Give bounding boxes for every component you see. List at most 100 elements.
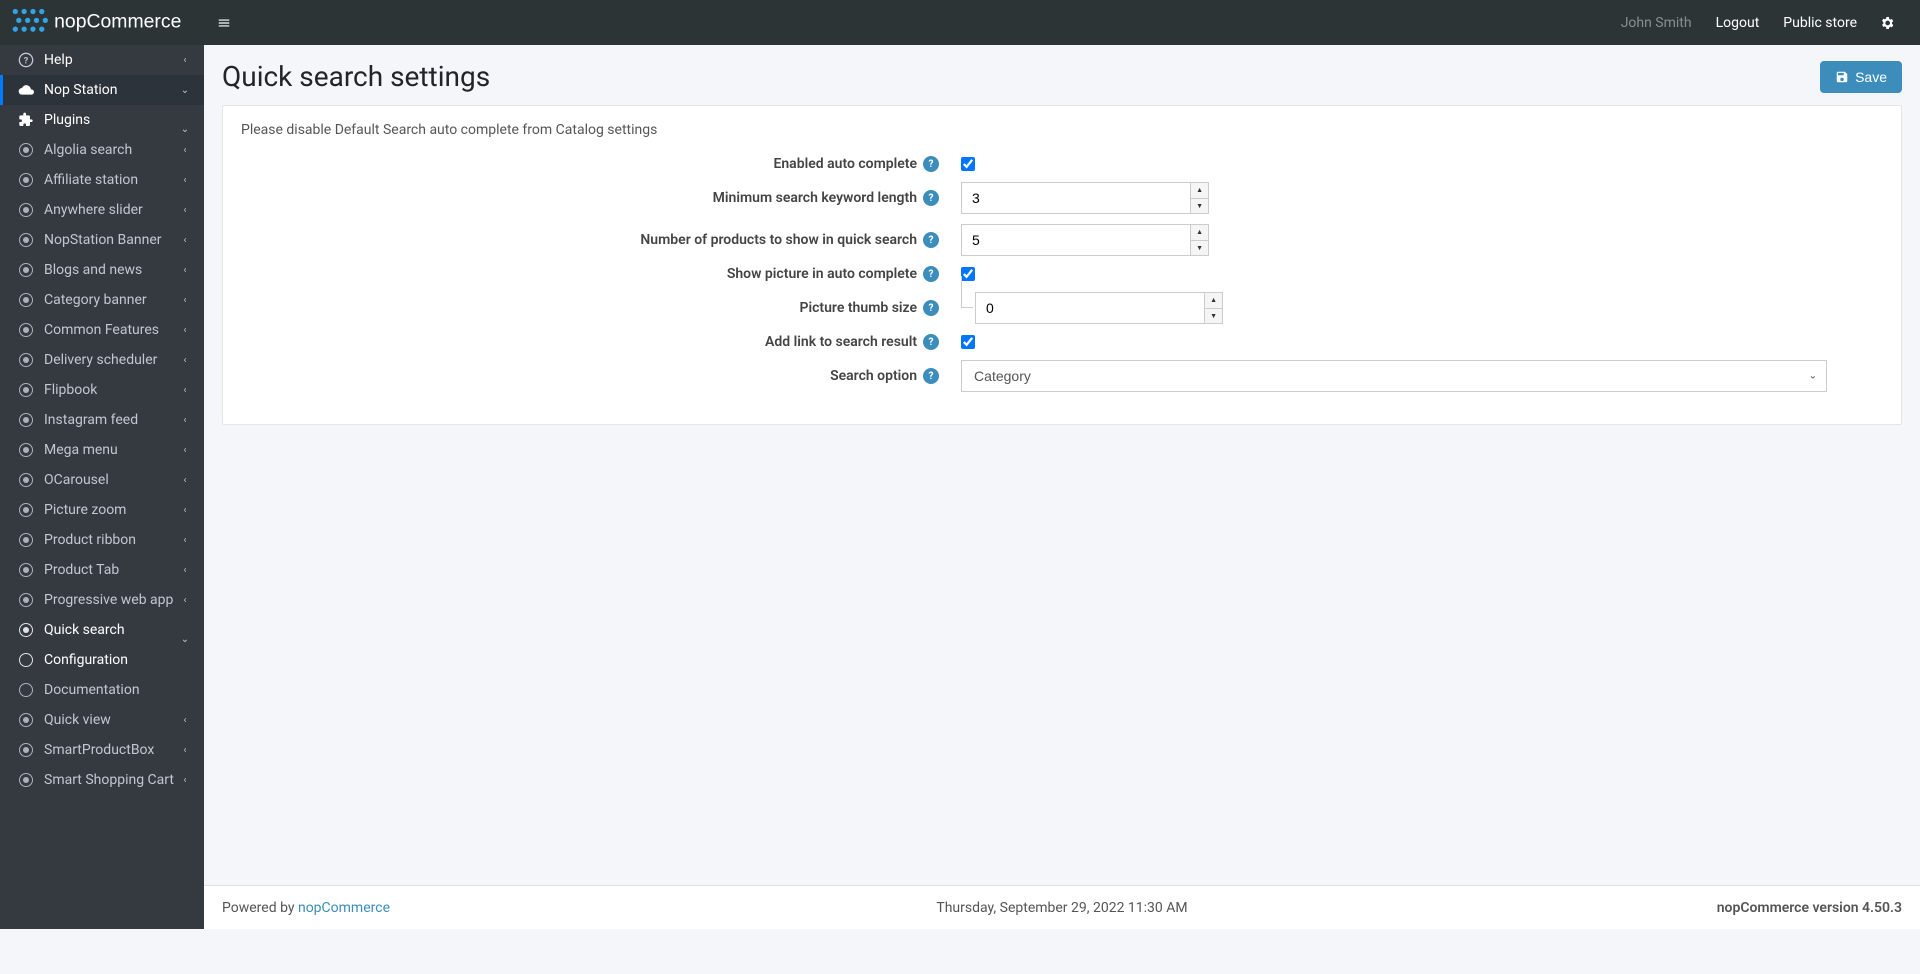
sidebar-item-smart-shopping-cart[interactable]: Smart Shopping Cart ‹ [0,765,204,795]
circle-dot-icon [16,621,36,639]
sidebar-item-product-ribbon[interactable]: Product ribbon ‹ [0,525,204,555]
sidebar-item-configuration[interactable]: Configuration [0,645,204,675]
sidebar-item-documentation[interactable]: Documentation [0,675,204,705]
sidebar: ? Help ‹ Nop Station ⌄ Plugins ⌄ Algolia… [0,45,204,929]
help-icon[interactable]: ? [923,300,939,316]
circle-icon [16,651,36,669]
row-num-products: Number of products to show in quick sear… [241,224,1883,256]
chevron-left-icon: ‹ [178,295,192,306]
nopcommerce-logo-icon: nopCommerce [10,8,186,38]
chevron-left-icon: ‹ [178,415,192,426]
save-button[interactable]: Save [1820,61,1902,93]
sidebar-item-label: Product ribbon [44,532,178,548]
spinner-up-button[interactable]: ▲ [1191,183,1208,199]
chevron-left-icon: ‹ [178,355,192,366]
circle-dot-icon [16,171,36,189]
spinner-down-button[interactable]: ▼ [1205,309,1222,324]
content-header: Quick search settings Save [204,45,1920,105]
chevron-left-icon: ‹ [178,505,192,516]
row-search-option: Search option ? Category ⌄ [241,360,1883,392]
help-icon[interactable]: ? [923,156,939,172]
sidebar-item-nopstation-banner[interactable]: NopStation Banner ‹ [0,225,204,255]
sidebar-item-delivery-scheduler[interactable]: Delivery scheduler ‹ [0,345,204,375]
footer-version: nopCommerce version 4.50.3 [1342,900,1902,916]
sidebar-item-product-tab[interactable]: Product Tab ‹ [0,555,204,585]
public-store-link[interactable]: Public store [1771,0,1869,45]
spinner-up-button[interactable]: ▲ [1191,225,1208,241]
search-option-select[interactable]: Category [961,360,1827,392]
help-icon[interactable]: ? [923,368,939,384]
min-keyword-input[interactable] [962,183,1190,213]
spinner-up-button[interactable]: ▲ [1205,293,1222,309]
num-products-input[interactable] [962,225,1190,255]
sidebar-item-plugins[interactable]: Plugins ⌄ [0,105,204,135]
help-icon[interactable]: ? [923,190,939,206]
sidebar-item-algolia-search[interactable]: Algolia search ‹ [0,135,204,165]
sidebar-item-label: Mega menu [44,442,178,458]
brand-logo[interactable]: nopCommerce [0,0,204,45]
sidebar-item-label: Algolia search [44,142,178,158]
sidebar-plugins-label: Plugins [44,112,178,128]
chevron-down-icon: ⌄ [178,124,192,135]
content-body: Please disable Default Search auto compl… [204,105,1920,885]
sidebar-item-blogs-and-news[interactable]: Blogs and news ‹ [0,255,204,285]
sidebar-item-progressive-web-app[interactable]: Progressive web app ‹ [0,585,204,615]
chevron-left-icon: ‹ [178,595,192,606]
chevron-left-icon: ‹ [178,55,192,66]
help-icon[interactable]: ? [923,266,939,282]
settings-gear-button[interactable] [1869,0,1905,45]
sidebar-item-label: Instagram feed [44,412,178,428]
sidebar-help-label: Help [44,52,178,68]
sidebar-item-flipbook[interactable]: Flipbook ‹ [0,375,204,405]
nopcommerce-link[interactable]: nopCommerce [298,900,390,916]
help-icon[interactable]: ? [923,334,939,350]
sidebar-item-smartproductbox[interactable]: SmartProductBox ‹ [0,735,204,765]
spinner-down-button[interactable]: ▼ [1191,199,1208,214]
chevron-left-icon: ‹ [178,325,192,336]
label-text: Number of products to show in quick sear… [640,232,917,248]
sidebar-item-label: Flipbook [44,382,178,398]
footer-left: Powered by nopCommerce [222,900,782,916]
sidebar-documentation-label: Documentation [44,682,192,698]
thumb-size-input[interactable] [976,293,1204,323]
puzzle-icon [16,111,36,129]
chevron-left-icon: ‹ [178,775,192,786]
sidebar-item-label: Anywhere slider [44,202,178,218]
sidebar-item-mega-menu[interactable]: Mega menu ‹ [0,435,204,465]
sidebar-item-label: Product Tab [44,562,178,578]
sidebar-toggle-button[interactable] [204,0,244,45]
label-text: Enabled auto complete [773,156,917,172]
sidebar-item-affiliate-station[interactable]: Affiliate station ‹ [0,165,204,195]
sidebar-item-common-features[interactable]: Common Features ‹ [0,315,204,345]
sidebar-item-quick-view[interactable]: Quick view ‹ [0,705,204,735]
sidebar-item-nop-station[interactable]: Nop Station ⌄ [0,75,204,105]
chevron-left-icon: ‹ [178,145,192,156]
circle-dot-icon [16,381,36,399]
logout-link[interactable]: Logout [1704,0,1772,45]
label-text: Show picture in auto complete [727,266,917,282]
circle-dot-icon [16,711,36,729]
label-enabled: Enabled auto complete ? [241,156,947,172]
chevron-left-icon: ‹ [178,745,192,756]
circle-dot-icon [16,531,36,549]
add-link-checkbox[interactable] [961,335,975,349]
sidebar-item-ocarousel[interactable]: OCarousel ‹ [0,465,204,495]
sidebar-item-label: Delivery scheduler [44,352,178,368]
help-icon[interactable]: ? [923,232,939,248]
navbar-right: John Smith Logout Public store [1609,0,1920,45]
sidebar-item-label: Picture zoom [44,502,178,518]
spinner-down-button[interactable]: ▼ [1191,241,1208,256]
chevron-left-icon: ‹ [178,175,192,186]
sidebar-item-help[interactable]: ? Help ‹ [0,45,204,75]
enabled-auto-complete-checkbox[interactable] [961,157,975,171]
circle-dot-icon [16,591,36,609]
sidebar-item-anywhere-slider[interactable]: Anywhere slider ‹ [0,195,204,225]
chevron-left-icon: ‹ [178,715,192,726]
label-text: Search option [830,368,917,384]
sidebar-item-picture-zoom[interactable]: Picture zoom ‹ [0,495,204,525]
label-search-option: Search option ? [241,368,947,384]
sidebar-item-quick-search[interactable]: Quick search ⌄ [0,615,204,645]
circle-icon [16,681,36,699]
sidebar-item-instagram-feed[interactable]: Instagram feed ‹ [0,405,204,435]
sidebar-item-category-banner[interactable]: Category banner ‹ [0,285,204,315]
